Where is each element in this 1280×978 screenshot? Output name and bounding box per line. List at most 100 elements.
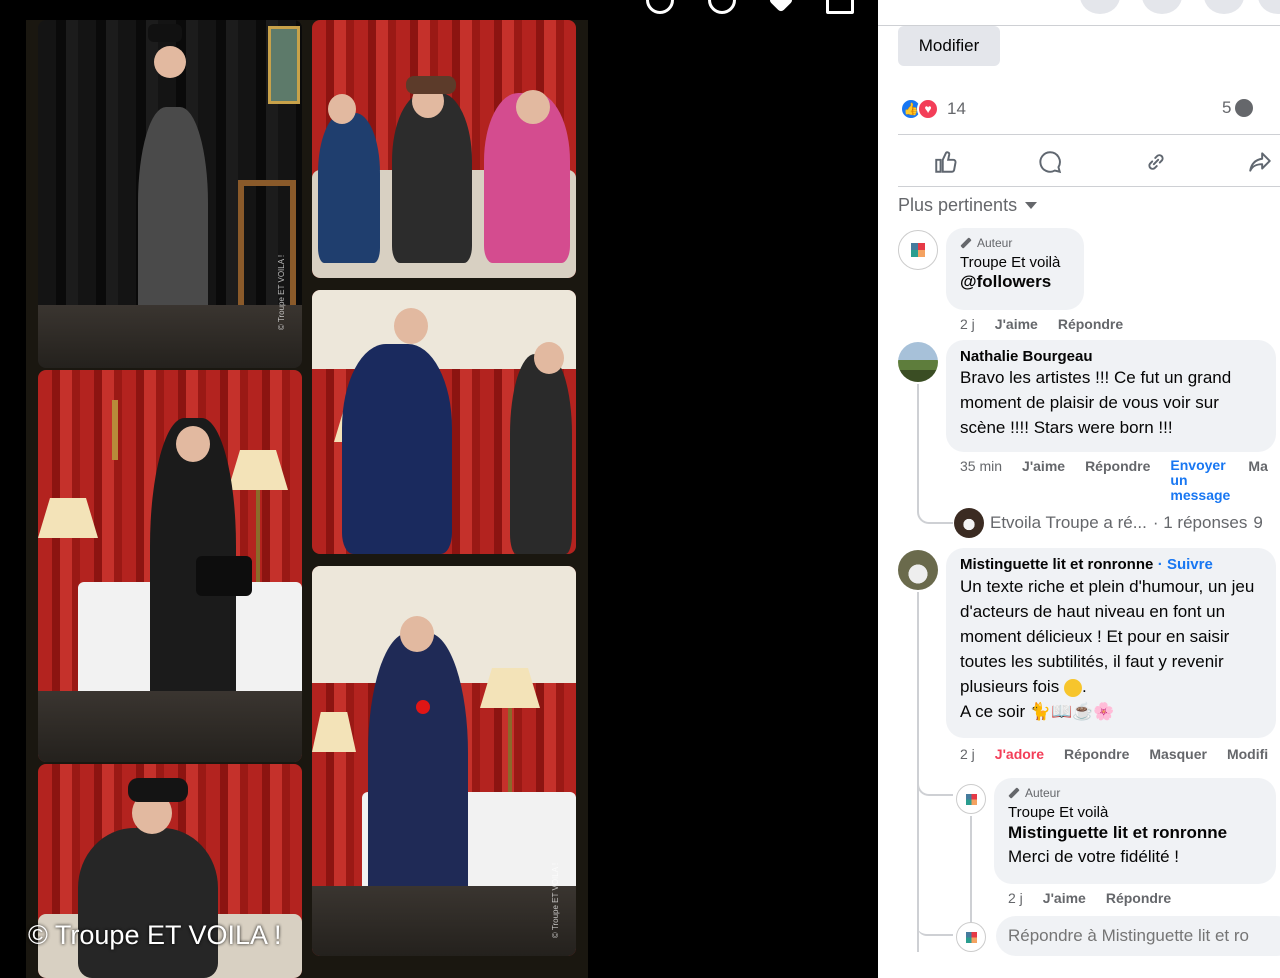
comment-text[interactable]: @followers bbox=[960, 271, 1070, 293]
comment-author[interactable]: Troupe Et voilà bbox=[960, 254, 1070, 271]
send-message-link[interactable]: Envoyer un message bbox=[1170, 458, 1234, 503]
comment-button-icon[interactable] bbox=[1036, 148, 1064, 176]
actor-figure bbox=[318, 112, 380, 263]
actor-head bbox=[400, 616, 434, 652]
comment-text-end: . bbox=[1081, 677, 1087, 696]
like-link[interactable]: J'aime bbox=[995, 316, 1038, 332]
comment-text: Bravo les artistes !!! Ce fut un grand m… bbox=[960, 368, 1232, 437]
view-replies-link[interactable]: Etvoila Troupe a ré... · 1 réponses 9 bbox=[954, 508, 1263, 538]
zoom-out-icon[interactable] bbox=[708, 0, 736, 14]
comment-meta: 2 j J'aime Répondre bbox=[960, 316, 1143, 332]
reply-input[interactable] bbox=[996, 916, 1280, 956]
reaction-link[interactable]: J'adore bbox=[995, 746, 1044, 762]
comment-count-value: 5 bbox=[1222, 98, 1232, 117]
reply-link[interactable]: Répondre bbox=[1085, 458, 1150, 503]
comment-time[interactable]: 2 j bbox=[960, 316, 975, 332]
comment-author[interactable]: Mistinguette lit et ronronne bbox=[960, 556, 1153, 573]
fullscreen-icon[interactable] bbox=[826, 0, 854, 14]
comment-text-body: Un texte riche et plein d'humour, un jeu… bbox=[960, 577, 1255, 696]
tag-icon[interactable] bbox=[768, 0, 794, 13]
replies-count: · 1 réponses bbox=[1152, 513, 1248, 532]
stage-floor bbox=[312, 885, 576, 956]
header-action-icon[interactable] bbox=[1142, 0, 1182, 14]
stage-floor bbox=[38, 305, 302, 368]
actor-figure bbox=[392, 92, 472, 263]
hat bbox=[406, 76, 456, 94]
reply-link[interactable]: Répondre bbox=[1106, 890, 1171, 906]
photo-credit: © Troupe ET VOILA ! bbox=[277, 254, 287, 331]
author-badge: Auteur bbox=[1008, 786, 1262, 800]
comment-time[interactable]: 2 j bbox=[960, 746, 975, 762]
actor-head bbox=[534, 342, 564, 374]
header-action-icon[interactable] bbox=[1258, 0, 1280, 14]
photo-collage[interactable]: © Troupe ET VOILA ! © Troupe ET VOILA ! bbox=[26, 20, 588, 978]
follow-link[interactable]: · Suivre bbox=[1158, 556, 1213, 573]
avatar[interactable] bbox=[898, 230, 938, 270]
reply-author[interactable]: Troupe Et voilà bbox=[1008, 804, 1262, 821]
comment-bubble-icon bbox=[1235, 99, 1254, 117]
love-reaction-icon: ♥ bbox=[917, 98, 939, 120]
reply-mention[interactable]: Mistinguette lit et ronronne bbox=[1008, 821, 1262, 845]
share-icon[interactable] bbox=[1246, 148, 1274, 176]
comment-author[interactable]: Nathalie Bourgeau bbox=[960, 348, 1262, 365]
watermark-text: © Troupe ET VOILA ! bbox=[28, 920, 282, 950]
thread-line bbox=[970, 816, 972, 926]
photo-credit: © Troupe ET VOILA ! bbox=[551, 862, 561, 939]
author-badge-label: Auteur bbox=[977, 236, 1013, 250]
comment-bubble: Nathalie Bourgeau Bravo les artistes !!!… bbox=[946, 340, 1276, 452]
reply-meta: 2 j J'aime Répondre bbox=[1008, 890, 1191, 906]
reaction-summary[interactable]: 👍 ♥ 14 bbox=[900, 96, 966, 122]
actor-head bbox=[394, 308, 428, 344]
reply-link[interactable]: Répondre bbox=[1064, 746, 1129, 762]
like-link[interactable]: J'aime bbox=[1043, 890, 1086, 906]
avatar[interactable] bbox=[898, 342, 938, 382]
photo-red-flower bbox=[312, 566, 576, 956]
sort-label: Plus pertinents bbox=[898, 195, 1018, 215]
more-link[interactable]: Ma bbox=[1248, 458, 1267, 503]
edit-button[interactable]: Modifier bbox=[898, 26, 1000, 66]
reply-time[interactable]: 2 j bbox=[1008, 890, 1023, 906]
actor-head bbox=[516, 90, 550, 124]
lamp-icon bbox=[38, 498, 98, 538]
avatar bbox=[954, 508, 984, 538]
actor-figure bbox=[78, 828, 218, 978]
comment-text-line2: A ce soir 🐈📖☕🌸 bbox=[960, 702, 1115, 721]
stage-floor bbox=[38, 691, 302, 762]
like-button-icon[interactable] bbox=[932, 148, 960, 176]
actor-head bbox=[176, 426, 210, 462]
actor-head bbox=[328, 94, 356, 124]
comment-meta: 2 j J'adore Répondre Masquer Modifi bbox=[960, 746, 1280, 762]
avatar[interactable] bbox=[956, 784, 986, 814]
avatar bbox=[956, 922, 986, 952]
hide-link[interactable]: Masquer bbox=[1149, 746, 1207, 762]
photo-viewer: © Troupe ET VOILA ! © Troupe ET VOILA ! … bbox=[0, 0, 878, 978]
reply-bubble: Auteur Troupe Et voilà Mistinguette lit … bbox=[994, 778, 1276, 884]
thread-connector bbox=[917, 500, 953, 524]
like-link[interactable]: J'aime bbox=[1022, 458, 1065, 503]
header-action-icon[interactable] bbox=[1204, 0, 1244, 14]
comment-bubble: Mistinguette lit et ronronne · Suivre Un… bbox=[946, 548, 1276, 738]
comment-text: Un texte riche et plein d'humour, un jeu… bbox=[960, 574, 1262, 699]
comment-header: Mistinguette lit et ronronne · Suivre bbox=[960, 556, 1262, 574]
actor-head bbox=[154, 46, 186, 78]
avatar[interactable] bbox=[898, 550, 938, 590]
link-icon[interactable] bbox=[1142, 148, 1170, 176]
reply-link[interactable]: Répondre bbox=[1058, 316, 1123, 332]
chevron-down-icon bbox=[1025, 202, 1038, 209]
comment-panel: Modifier 👍 ♥ 14 5 Plus pertinents Auteur bbox=[878, 0, 1280, 978]
zoom-in-icon[interactable] bbox=[646, 0, 674, 14]
comment-bubble: Auteur Troupe Et voilà @followers bbox=[946, 228, 1084, 310]
comment-time[interactable]: 35 min bbox=[960, 458, 1002, 503]
author-badge-label: Auteur bbox=[1025, 786, 1061, 800]
lamp-icon bbox=[228, 450, 288, 490]
thread-connector bbox=[917, 768, 953, 796]
thread-line bbox=[917, 384, 919, 504]
comment-sort-dropdown[interactable]: Plus pertinents bbox=[898, 195, 1038, 216]
replies-author: Etvoila Troupe a ré... bbox=[990, 513, 1147, 532]
comment-count[interactable]: 5 bbox=[1222, 98, 1254, 118]
edit-link[interactable]: Modifi bbox=[1227, 746, 1268, 762]
header-action-icon[interactable] bbox=[1080, 0, 1120, 14]
crucifix bbox=[112, 400, 118, 460]
pen-icon bbox=[960, 237, 972, 249]
hat bbox=[128, 778, 188, 802]
